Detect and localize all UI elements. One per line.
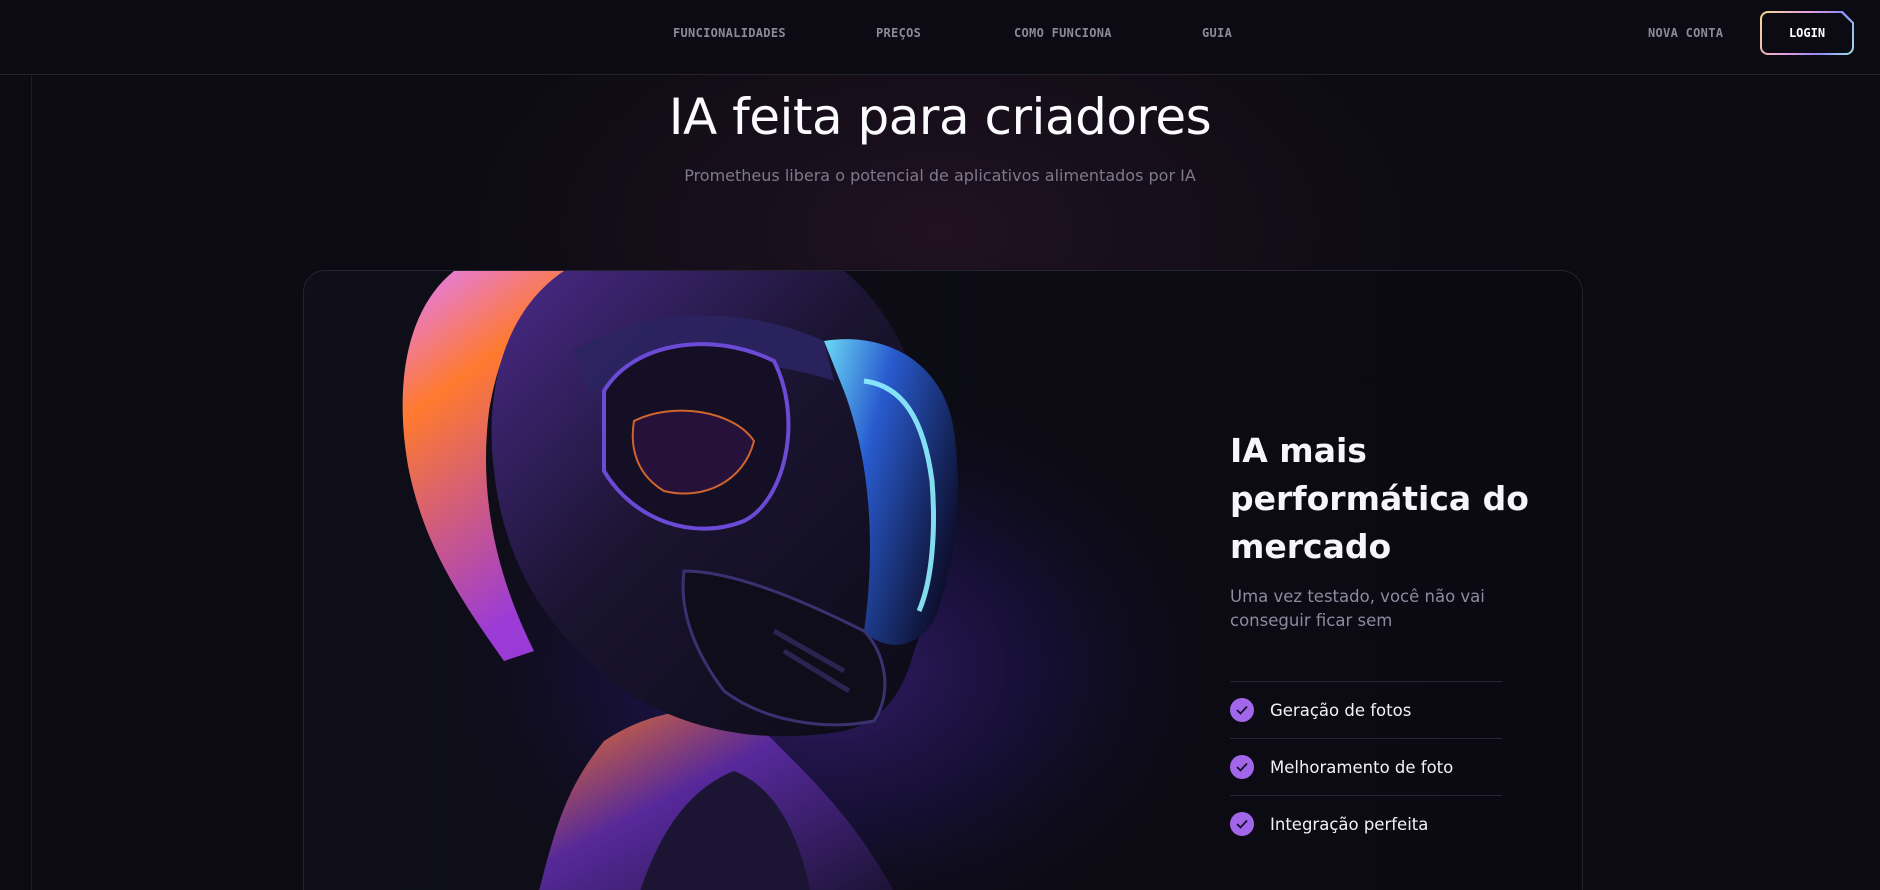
hero-title: IA feita para criadores [668,88,1212,146]
top-navbar: FUNCIONALIDADES PREÇOS COMO FUNCIONA GUI… [0,0,1880,75]
hero-subtitle: Prometheus libera o potencial de aplicat… [684,166,1196,185]
helmeted-figure-illustration [304,271,1204,890]
feature-label: Integração perfeita [1270,814,1429,834]
list-item: Melhoramento de foto [1230,738,1502,795]
list-item: Integração perfeita [1230,795,1502,852]
card-title: IA mais performática do mercado [1230,431,1529,566]
list-item: Geração de fotos [1230,681,1502,738]
check-icon [1230,755,1254,779]
nav-item-guia[interactable]: GUIA [1202,26,1232,40]
page: FUNCIONALIDADES PREÇOS COMO FUNCIONA GUI… [0,0,1880,890]
feature-list: Geração de fotos Melhoramento de foto In… [1230,681,1502,852]
card-subtitle: Uma vez testado, você não vai conseguir … [1230,587,1485,630]
new-account-link[interactable]: NOVA CONTA [1648,26,1723,40]
nav-item-como-funciona[interactable]: COMO FUNCIONA [1014,26,1112,40]
left-guide-line [31,76,32,890]
login-button[interactable]: LOGIN [1760,11,1854,55]
login-button-label: LOGIN [1762,13,1852,53]
feature-label: Geração de fotos [1270,700,1412,720]
nav-item-precos[interactable]: PREÇOS [876,26,921,40]
check-icon [1230,812,1254,836]
check-icon [1230,698,1254,722]
nav-item-funcionalidades[interactable]: FUNCIONALIDADES [673,26,786,40]
feature-card: IA mais performática do mercado Uma vez … [303,270,1583,890]
feature-label: Melhoramento de foto [1270,757,1454,777]
